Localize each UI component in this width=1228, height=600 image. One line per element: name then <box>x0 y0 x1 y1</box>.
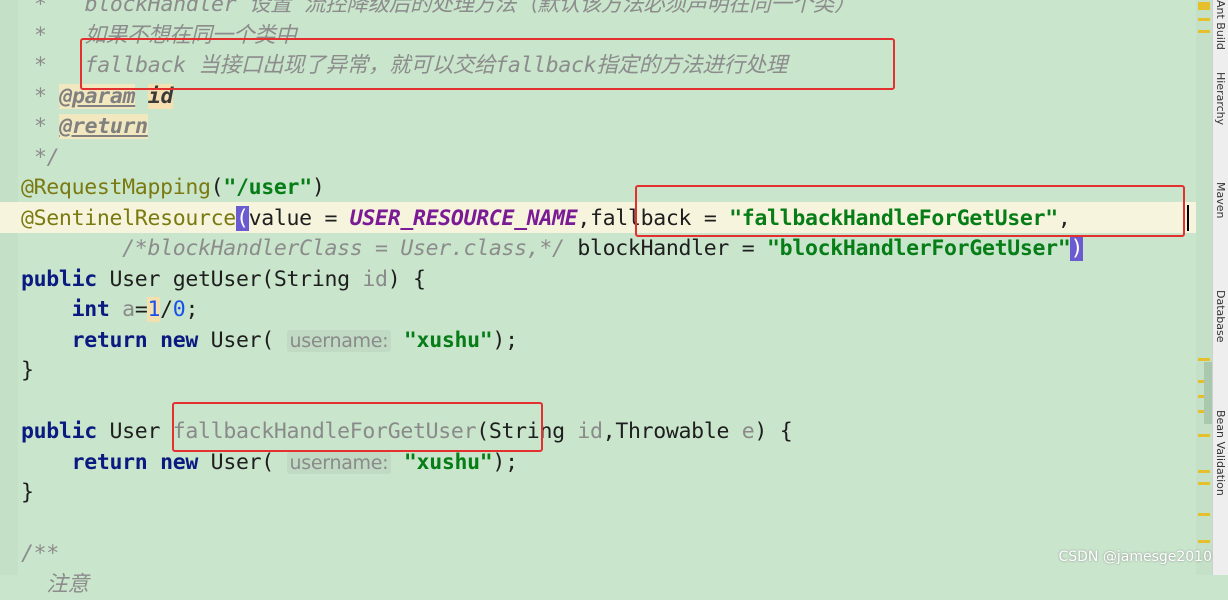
editor-gutter[interactable] <box>0 0 18 575</box>
code-token: "xushu" <box>403 449 493 475</box>
code-token: "xushu" <box>403 327 493 353</box>
tool-window-maven[interactable]: Maven <box>1214 182 1227 218</box>
scrollbar-thumb[interactable] <box>1204 362 1212 424</box>
code-token: * <box>34 83 60 109</box>
code-token: value = <box>248 205 350 231</box>
code-token: public <box>21 419 97 444</box>
code-line[interactable]: */ <box>34 143 60 173</box>
code-token: = <box>134 297 148 322</box>
code-token: User( <box>198 449 287 475</box>
stripe-mark[interactable] <box>1198 434 1210 437</box>
code-line[interactable]: /*blockHandlerClass = User.class,*/ bloc… <box>21 234 1083 264</box>
stripe-mark[interactable] <box>1198 30 1210 33</box>
text-caret <box>1187 205 1189 231</box>
code-line[interactable]: return new User( username: "xushu"); <box>21 448 518 478</box>
code-token: a <box>122 297 135 322</box>
code-line[interactable]: public User getUser(String id) { <box>21 265 426 295</box>
code-token: @RequestMapping <box>21 175 211 200</box>
code-token: * <box>34 114 60 139</box>
code-line[interactable]: * blockHandler 设置 流控降级后的处理方法（默认该方法必须声明在同… <box>34 0 856 20</box>
code-token: return new <box>71 449 199 475</box>
code-line[interactable]: 注意 <box>21 570 89 600</box>
stripe-mark[interactable] <box>1198 470 1210 473</box>
stripe-mark[interactable] <box>1198 2 1210 10</box>
code-token: id <box>362 266 388 292</box>
code-token: USER_RESOURCE_NAME <box>349 205 578 231</box>
code-token: User <box>96 419 173 444</box>
stripe-mark[interactable] <box>1198 540 1210 543</box>
tool-window-hierarchy[interactable]: Hierarchy <box>1214 72 1227 125</box>
code-token: return new <box>71 327 199 353</box>
code-line[interactable]: return new User( username: "xushu"); <box>21 326 518 356</box>
code-token: id <box>577 419 603 444</box>
code-token: ,Throwable <box>602 419 742 444</box>
code-token: @return <box>59 114 148 139</box>
right-tool-window-bar: Ant Build Hierarchy Maven Database Bean … <box>1212 0 1228 575</box>
tool-window-database[interactable]: Database <box>1214 290 1227 343</box>
code-line[interactable]: /** <box>21 539 59 569</box>
code-line[interactable]: } <box>21 356 34 386</box>
code-token: ); <box>492 327 518 353</box>
code-token: 0 <box>172 297 186 322</box>
code-token: ); <box>492 449 518 475</box>
code-token: ; <box>185 297 199 322</box>
tool-window-bean-validation[interactable]: Bean Validation <box>1214 410 1227 496</box>
code-token: ) <box>1070 236 1084 261</box>
code-token: User( <box>198 327 287 353</box>
stripe-mark[interactable] <box>1198 358 1210 361</box>
code-line[interactable]: } <box>21 478 34 508</box>
code-token: "blockHandlerForGetUser" <box>767 236 1071 261</box>
parameter-hint: username: <box>286 329 392 352</box>
code-token: ) { <box>754 419 793 444</box>
code-token: ) <box>311 175 325 200</box>
watermark: CSDN @jamesge2010 <box>1058 549 1212 565</box>
code-token: e <box>741 419 755 444</box>
code-line[interactable]: @RequestMapping("/user") <box>21 173 325 203</box>
code-token: /*blockHandlerClass = User.class,*/ <box>122 236 565 261</box>
tool-window-ant-build[interactable]: Ant Build <box>1214 0 1227 50</box>
code-token: int <box>71 297 110 322</box>
error-stripe[interactable] <box>1196 0 1212 575</box>
code-editor[interactable]: * blockHandler 设置 流控降级后的处理方法（默认该方法必须声明在同… <box>0 0 1196 597</box>
code-token: "/user" <box>223 175 312 200</box>
stripe-mark[interactable] <box>1198 513 1210 516</box>
code-token: blockHandler = <box>564 236 768 261</box>
code-token: 1 <box>147 297 161 322</box>
code-token: /** <box>21 541 59 566</box>
code-token: / <box>160 297 173 322</box>
code-token: } <box>21 358 34 383</box>
code-token: */ <box>34 144 60 170</box>
code-token: @SentinelResource <box>21 205 236 231</box>
highlight-box-fallback-attribute <box>635 185 1185 237</box>
code-token: ) { <box>387 266 426 292</box>
stripe-mark[interactable] <box>1198 482 1210 485</box>
code-line[interactable]: int a=1/0; <box>21 295 198 325</box>
code-token: } <box>21 480 34 505</box>
code-line[interactable]: * @return <box>34 112 148 142</box>
parameter-hint: username: <box>286 451 392 474</box>
code-token: 注意 <box>21 571 89 597</box>
code-token: * blockHandler 设置 流控降级后的处理方法（默认该方法必须声明在同… <box>34 0 856 17</box>
code-token: ( <box>210 175 224 200</box>
stripe-mark[interactable] <box>1198 18 1210 21</box>
code-token: public <box>21 266 97 292</box>
code-token: ( <box>235 205 249 231</box>
highlight-box-fallback-comment <box>80 38 895 90</box>
code-token: User getUser(String <box>96 266 363 292</box>
highlight-box-fallback-method <box>172 402 543 452</box>
